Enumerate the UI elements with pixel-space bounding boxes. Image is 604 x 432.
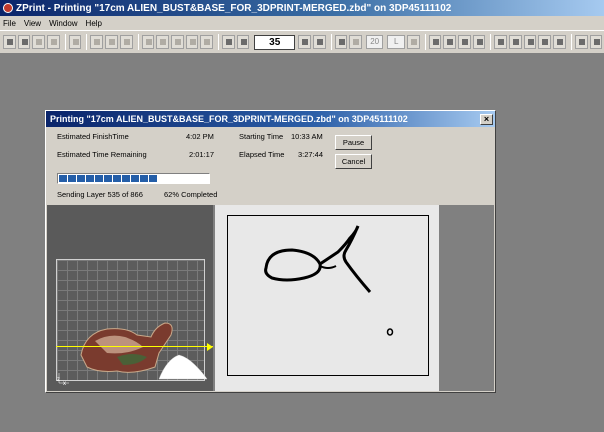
3d-build-view[interactable]: z x [47,205,213,391]
layer-bottom-icon[interactable] [312,35,326,49]
percent-completed-text: 62% Completed [164,190,218,199]
rotate-icon[interactable] [156,35,169,49]
layer-top-icon[interactable] [221,35,235,49]
view-shade-icon[interactable] [553,35,566,49]
print-info-panel: Estimated FinishTime 4:02 PM Estimated T… [46,127,495,203]
menubar: File View Window Help [0,16,604,30]
layer-number-field[interactable]: 35 [254,34,296,50]
layer-down-icon[interactable] [298,35,311,49]
new-file-icon[interactable] [3,35,16,49]
elapsed-time-label: Elapsed Time [239,150,285,159]
elapsed-time-value: 3:27:44 [298,150,324,159]
slice-loop [264,248,322,282]
progress-segment [113,175,121,182]
printing-dialog: Printing "17cm ALIEN_BUST&BASE_FOR_3DPRI… [45,110,496,393]
menu-window[interactable]: Window [49,19,77,28]
ruler-icon[interactable] [406,35,420,49]
paste-icon[interactable] [119,35,133,49]
close-button[interactable]: × [480,113,493,125]
toolbar-separator [64,34,66,50]
zoom-out-icon[interactable] [443,35,457,49]
part-render: z x [57,322,208,387]
slice-render [264,225,394,336]
pause-button[interactable]: Pause [335,135,372,150]
move-icon[interactable] [141,35,155,49]
starting-time-label: Starting Time [239,132,284,141]
layer-up-icon[interactable] [236,35,250,49]
toolbar-separator [86,34,88,50]
est-finish-value: 4:02 PM [186,132,214,141]
tools-icon[interactable] [574,35,588,49]
toolbar-separator [424,34,426,50]
axis-x-label: x [63,381,66,387]
view-front-icon[interactable] [494,35,508,49]
print-progress-bar [57,173,210,184]
zprint-logo-icon [3,3,13,13]
progress-segment [122,175,130,182]
toolbar: 35 20 L [0,30,604,54]
view-background [440,205,494,391]
open-folder-icon[interactable] [17,35,31,49]
cancel-button[interactable]: Cancel [335,154,372,169]
progress-segment [77,175,85,182]
progress-segment [59,175,67,182]
toolbar-separator [217,34,219,50]
print-views: z x [47,205,494,391]
starting-time-value: 10:33 AM [291,132,323,141]
copy-icon[interactable] [105,35,118,49]
cut-icon[interactable] [90,35,104,49]
sending-layer-text: Sending Layer 535 of 866 [57,190,143,199]
progress-segment [149,175,157,182]
view-side-icon[interactable] [509,35,522,49]
progress-segment [68,175,76,182]
build-bed-outline [227,215,429,376]
settings-icon[interactable] [589,35,603,49]
est-remaining-label: Estimated Time Remaining [57,150,147,159]
view-iso-icon[interactable] [538,35,552,49]
zoom-fit-icon[interactable] [458,35,471,49]
est-finish-label: Estimated FinishTime [57,132,129,141]
dialog-title: Printing "17cm ALIEN_BUST&BASE_FOR_3DPRI… [50,114,408,124]
zoom-window-icon[interactable] [472,35,486,49]
dialog-titlebar: Printing "17cm ALIEN_BUST&BASE_FOR_3DPRI… [46,111,495,127]
print-setup-icon[interactable] [68,35,82,49]
save-as-icon[interactable] [47,35,60,49]
base-model [158,354,208,380]
toolbar-separator [570,34,572,50]
progress-segment [131,175,139,182]
est-remaining-value: 2:01:17 [189,150,215,159]
slice-view-icon[interactable] [334,35,348,49]
menu-help[interactable]: Help [86,19,102,28]
toolbar-separator [137,34,139,50]
view-top-icon[interactable] [523,35,537,49]
slice-stroke [319,225,372,293]
toolbar-separator [330,34,332,50]
toolbar-separator [490,34,492,50]
align-icon[interactable] [200,35,213,49]
app-title: ZPrint - Printing "17cm ALIEN_BUST&BASE_… [16,2,452,14]
progress-segment [86,175,94,182]
save-icon[interactable] [32,35,46,49]
layer-indicator-arrow-icon [207,343,213,351]
zoom-in-icon[interactable] [428,35,442,49]
current-layer-line [56,346,213,347]
scale-icon[interactable] [170,35,184,49]
layer-slice-view [215,205,439,391]
mirror-icon[interactable] [185,35,199,49]
zoom-field[interactable]: 20 [365,35,384,49]
progress-segment [104,175,112,182]
slice-stroke-2 [319,265,337,269]
app-titlebar: ZPrint - Printing "17cm ALIEN_BUST&BASE_… [0,0,604,16]
progress-segment [95,175,103,182]
letter-field[interactable]: L [387,35,405,49]
view-3d-icon[interactable] [349,35,362,49]
menu-file[interactable]: File [3,19,16,28]
progress-segment [140,175,148,182]
menu-view[interactable]: View [24,19,41,28]
slice-dot [386,328,394,336]
axis-z-label: z [57,377,60,383]
